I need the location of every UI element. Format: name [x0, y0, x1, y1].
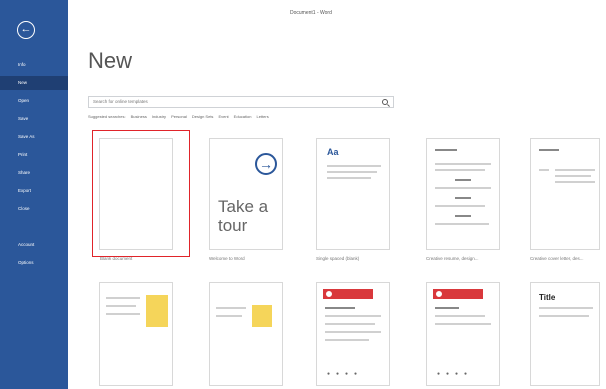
text-line [216, 307, 246, 309]
text-line [435, 307, 459, 309]
suggested-searches: Suggested searches: Business Industry Pe… [88, 114, 269, 119]
text-line [539, 307, 593, 309]
text-line [455, 179, 471, 181]
text-line [435, 205, 485, 207]
text-line [455, 215, 471, 217]
template-label: Creative resume, design... [426, 256, 479, 261]
red-circle-logo [435, 290, 443, 298]
template-tile[interactable] [209, 282, 283, 386]
template-label: Single spaced (blank) [316, 256, 360, 261]
sidebar-item-save[interactable]: Save [0, 112, 68, 126]
template-tile[interactable]: ●●●● [426, 282, 500, 386]
template-welcome-tour[interactable]: → Take a tour [209, 138, 283, 250]
template-heading: Title [539, 293, 556, 302]
sidebar-item-share[interactable]: Share [0, 166, 68, 180]
template-tile[interactable]: ●●●● [316, 282, 390, 386]
text-line [325, 307, 355, 309]
sample-text: Aa [327, 147, 339, 157]
text-line [539, 169, 549, 171]
text-line [106, 297, 140, 299]
tour-text-line2: tour [218, 216, 248, 235]
sidebar-item-options[interactable]: Options [0, 256, 68, 270]
tour-text-line1: Take a [218, 197, 269, 216]
yellow-block [252, 305, 272, 327]
suggested-link-education[interactable]: Education [234, 114, 252, 119]
search-icon[interactable] [382, 99, 388, 105]
text-line [216, 315, 242, 317]
text-line [325, 331, 381, 333]
tour-text: Take a tour [218, 197, 268, 235]
back-arrow-icon[interactable]: ← [17, 21, 35, 39]
sidebar-item-save-as[interactable]: Save As [0, 130, 68, 144]
yellow-block [146, 295, 168, 327]
template-label: Welcome to Word [209, 256, 245, 261]
suggested-link-personal[interactable]: Personal [171, 114, 187, 119]
window-title: Document1 - Word [290, 10, 332, 16]
text-line [435, 315, 485, 317]
text-line [435, 149, 457, 151]
sidebar-item-close[interactable]: Close [0, 202, 68, 216]
search-input[interactable]: Search for online templates [88, 96, 394, 108]
template-label: Creative cover letter, des... [530, 256, 584, 261]
template-tile[interactable] [99, 282, 173, 386]
template-tile[interactable]: Title [530, 282, 600, 386]
sidebar-item-account[interactable]: Account [0, 238, 68, 252]
text-line [327, 165, 381, 167]
text-line [327, 171, 377, 173]
template-creative-cover-letter[interactable] [530, 138, 600, 250]
text-line [327, 177, 371, 179]
page-title: New [88, 48, 133, 73]
sidebar-item-info[interactable]: Info [0, 58, 68, 72]
text-line [555, 175, 591, 177]
text-line [106, 313, 140, 315]
suggested-link-letters[interactable]: Letters [256, 114, 268, 119]
arrow-right-icon: → [255, 153, 277, 175]
text-line [435, 169, 485, 171]
backstage-sidebar: ← Info New Open Save Save As Print Share… [0, 0, 68, 389]
template-single-spaced[interactable]: Aa [316, 138, 390, 250]
text-line [435, 163, 491, 165]
suggested-searches-label: Suggested searches: [88, 114, 126, 119]
search-placeholder: Search for online templates [93, 99, 148, 104]
text-line [539, 315, 589, 317]
suggested-link-design-sets[interactable]: Design Sets [192, 114, 214, 119]
text-line [455, 197, 471, 199]
red-circle-logo [325, 290, 333, 298]
sidebar-item-export[interactable]: Export [0, 184, 68, 198]
suggested-link-industry[interactable]: Industry [152, 114, 166, 119]
text-line [325, 315, 381, 317]
text-line [435, 323, 491, 325]
contact-icons-row: ●●●● [437, 371, 474, 377]
text-line [435, 187, 491, 189]
selected-template-outline [92, 130, 190, 257]
text-line [325, 323, 375, 325]
text-line [435, 223, 489, 225]
sidebar-item-print[interactable]: Print [0, 148, 68, 162]
contact-icons-row: ●●●● [327, 371, 364, 377]
text-line [555, 181, 595, 183]
suggested-link-business[interactable]: Business [131, 114, 147, 119]
text-line [555, 169, 595, 171]
suggested-link-event[interactable]: Event [218, 114, 228, 119]
template-creative-resume[interactable] [426, 138, 500, 250]
text-line [325, 339, 369, 341]
sidebar-item-open[interactable]: Open [0, 94, 68, 108]
text-line [106, 305, 136, 307]
text-line [539, 149, 559, 151]
sidebar-item-new[interactable]: New [0, 76, 68, 90]
